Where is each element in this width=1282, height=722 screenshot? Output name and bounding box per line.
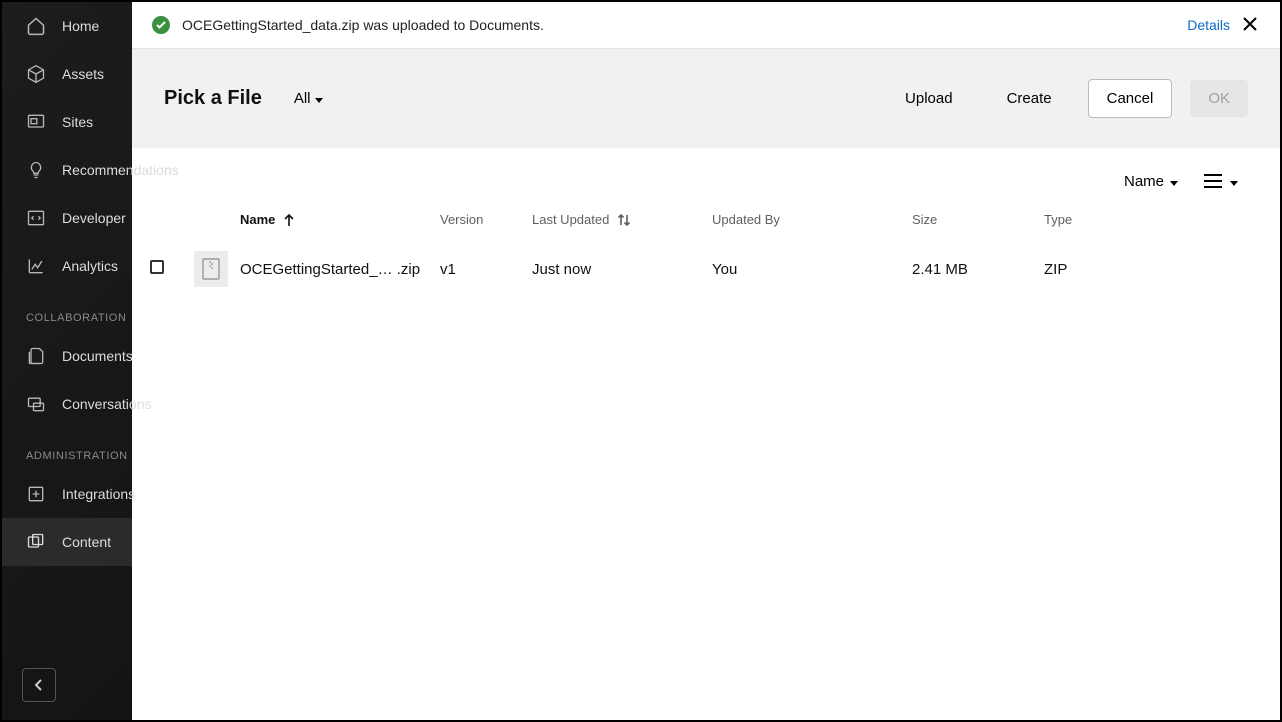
view-mode-dropdown[interactable] [1202,172,1238,190]
sidebar-item-conversations[interactable]: Conversations [2,380,132,428]
cube-icon [26,64,46,84]
sidebar-item-documents[interactable]: Documents [2,332,132,380]
file-version: v1 [440,261,532,278]
filter-label: All [294,90,311,107]
sidebar-item-content[interactable]: Content [2,518,132,566]
documents-icon [26,346,46,366]
analytics-icon [26,256,46,276]
sidebar-section-collaboration: COLLABORATION [2,290,132,332]
sidebar-item-assets[interactable]: Assets [2,50,132,98]
sidebar-label: Recommendations [62,162,179,178]
sidebar-label: Conversations [62,396,152,412]
banner-message: OCEGettingStarted_data.zip was uploaded … [182,17,544,33]
file-ext: .zip [397,261,420,278]
sort-by-dropdown[interactable]: Name [1124,173,1178,190]
code-icon [26,208,46,228]
sort-label: Name [1124,173,1164,190]
list-controls: Name [132,148,1280,200]
sidebar-label: Documents [62,348,133,364]
close-banner-button[interactable] [1242,16,1260,34]
main-panel: OCEGettingStarted_data.zip was uploaded … [132,2,1280,720]
chevron-down-icon [1230,173,1238,190]
col-last-updated[interactable]: Last Updated [532,212,712,227]
file-name: OCEGettingStarted_… [240,261,393,278]
sidebar-label: Content [62,534,111,550]
toolbar: Pick a File All Upload Create Cancel OK [132,49,1280,148]
success-check-icon [152,16,170,34]
sidebar-label: Home [62,18,99,34]
sidebar-item-analytics[interactable]: Analytics [2,242,132,290]
zip-file-icon [194,251,228,287]
list-view-icon [1202,172,1224,190]
chevron-down-icon [315,90,323,107]
table-row[interactable]: OCEGettingStarted_… .zip v1 Just now You… [132,239,1280,299]
col-version[interactable]: Version [440,212,532,227]
col-updated-by[interactable]: Updated By [712,212,912,227]
sidebar-label: Sites [62,114,93,130]
sidebar-item-developer[interactable]: Developer [2,194,132,242]
chevron-down-icon [1170,173,1178,190]
sidebar-item-home[interactable]: Home [2,2,132,50]
file-updated-by: You [712,261,912,278]
ok-button: OK [1190,80,1248,117]
sidebar: Home Assets Sites Recommendations Develo… [2,2,132,720]
col-type[interactable]: Type [1044,212,1164,227]
sidebar-section-administration: ADMINISTRATION [2,428,132,470]
sidebar-item-integrations[interactable]: Integrations [2,470,132,518]
sidebar-label: Developer [62,210,126,226]
table-header: Name Version Last Updated Updated By Siz… [132,200,1280,239]
chat-icon [26,394,46,414]
home-icon [26,16,46,36]
file-last-updated: Just now [532,261,712,278]
collapse-sidebar-button[interactable] [22,668,56,702]
col-name[interactable]: Name [240,212,440,227]
sidebar-label: Integrations [62,486,135,502]
integrations-icon [26,484,46,504]
details-link[interactable]: Details [1187,17,1230,33]
content-icon [26,532,46,552]
sort-arrows-icon [617,213,631,227]
row-checkbox[interactable] [150,260,164,274]
col-size[interactable]: Size [912,212,1044,227]
file-size: 2.41 MB [912,261,1044,278]
arrow-up-icon [283,213,295,227]
file-type: ZIP [1044,261,1164,278]
sites-icon [26,112,46,132]
sidebar-item-sites[interactable]: Sites [2,98,132,146]
page-title: Pick a File [164,87,262,110]
lightbulb-icon [26,160,46,180]
upload-success-banner: OCEGettingStarted_data.zip was uploaded … [132,2,1280,49]
sidebar-item-recommendations[interactable]: Recommendations [2,146,132,194]
sidebar-label: Analytics [62,258,118,274]
sidebar-label: Assets [62,66,104,82]
filter-dropdown[interactable]: All [294,90,323,107]
create-button[interactable]: Create [989,80,1070,117]
upload-button[interactable]: Upload [887,80,971,117]
cancel-button[interactable]: Cancel [1088,79,1173,118]
